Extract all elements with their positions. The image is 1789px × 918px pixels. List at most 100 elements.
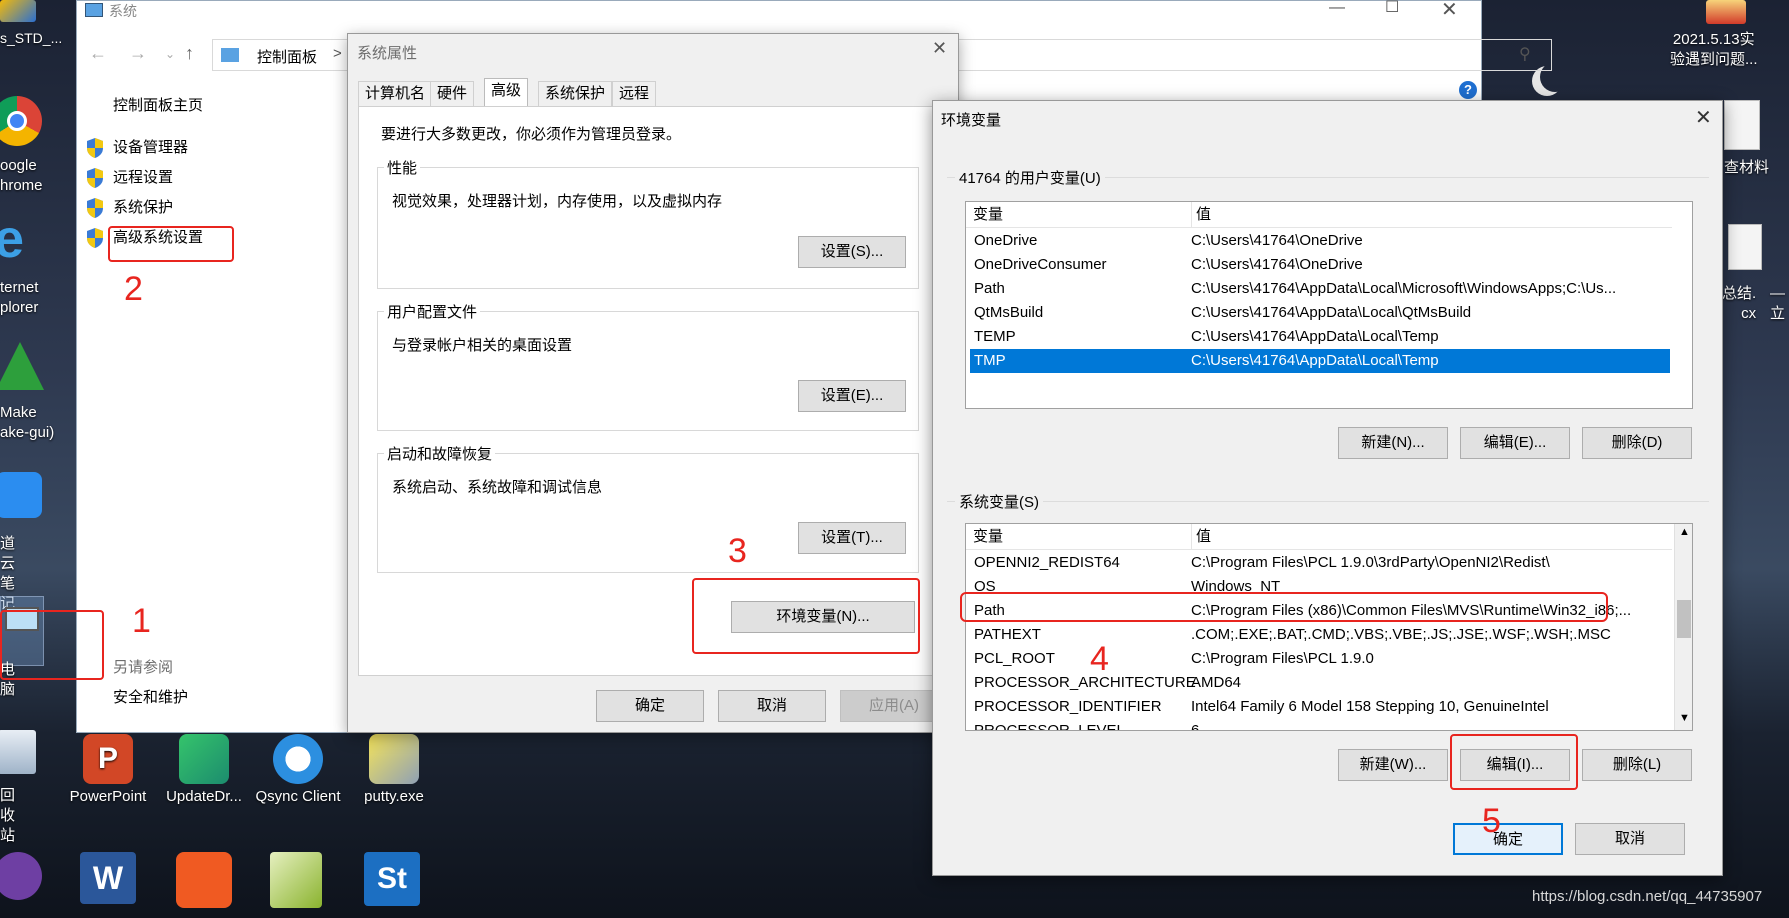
table-row[interactable]: QtMsBuild C:\Users\41764\AppData\Local\Qt…: [970, 301, 1670, 325]
control-panel-home-link[interactable]: 控制面板主页: [113, 95, 203, 117]
variable-name-cell: OPENNI2_REDIST64: [974, 554, 1120, 571]
scroll-up-icon[interactable]: ▲: [1679, 526, 1690, 538]
env-cancel-button[interactable]: 取消: [1575, 823, 1685, 855]
app-shortcut-icon[interactable]: [0, 0, 36, 22]
scroll-down-icon[interactable]: ▼: [1679, 712, 1690, 724]
table-row[interactable]: TEMP C:\Users\41764\AppData\Local\Temp: [970, 325, 1670, 349]
table-row[interactable]: PCL_ROOT C:\Program Files\PCL 1.9.0: [970, 647, 1670, 671]
tab-system-protection[interactable]: 系统保护: [538, 81, 613, 107]
env-ok-button[interactable]: 确定: [1453, 823, 1563, 855]
desktop-label-cmake[interactable]: Make ake-gui): [0, 403, 54, 443]
user-vars-section: 41764 的用户变量(U): [947, 167, 1709, 188]
vertical-scrollbar[interactable]: ▲ ▼: [1674, 524, 1692, 730]
media-player-icon[interactable]: [176, 852, 232, 908]
close-button[interactable]: ✕: [932, 38, 947, 59]
table-row[interactable]: PROCESSOR_LEVEL 6: [970, 719, 1670, 731]
environment-variables-title: 环境变量: [941, 112, 1002, 129]
security-maintenance-link[interactable]: 安全和维护: [113, 687, 188, 709]
performance-settings-button[interactable]: 设置(S)...: [798, 236, 906, 268]
desktop-icon-putty[interactable]: putty.exe: [348, 734, 440, 806]
document-icon[interactable]: [1706, 0, 1746, 24]
word-icon[interactable]: W: [80, 852, 136, 904]
annotation-box-2: [108, 226, 234, 262]
table-row[interactable]: TMP C:\Users\41764\AppData\Local\Temp: [970, 349, 1670, 373]
desktop-label-edge[interactable]: — 立: [1770, 284, 1785, 324]
annotation-box-4: [960, 592, 1608, 622]
minimize-button[interactable]: —: [1329, 0, 1345, 17]
desktop-icon-qsync[interactable]: Qsync Client: [252, 734, 344, 806]
system-delete-button[interactable]: 删除(L): [1582, 749, 1692, 781]
shield-icon: [85, 137, 105, 159]
table-row[interactable]: PROCESSOR_ARCHITECTURE AMD64: [970, 671, 1670, 695]
forward-arrow-icon[interactable]: →: [129, 43, 147, 64]
ok-button[interactable]: 确定: [596, 690, 704, 722]
chrome-icon[interactable]: [0, 96, 42, 146]
device-manager-link[interactable]: 设备管理器: [113, 137, 188, 159]
cmake-icon[interactable]: [0, 342, 44, 390]
tab-computer-name[interactable]: 计算机名: [358, 81, 433, 107]
help-icon[interactable]: ?: [1459, 81, 1477, 99]
update-driver-icon: [179, 734, 229, 784]
system-protection-link[interactable]: 系统保护: [113, 197, 173, 219]
user-delete-button[interactable]: 删除(D): [1582, 427, 1692, 459]
desktop-icon-label: UpdateDr...: [166, 788, 242, 805]
search-icon[interactable]: ⚲: [1519, 44, 1531, 64]
col-value[interactable]: 值: [1191, 524, 1211, 550]
internet-explorer-icon[interactable]: e: [0, 212, 40, 266]
maximize-button[interactable]: ☐: [1385, 0, 1399, 17]
remote-settings-link[interactable]: 远程设置: [113, 167, 173, 189]
desktop-label-recycle[interactable]: 回收站: [0, 786, 15, 846]
desktop-label-summary[interactable]: 总结. cx: [1722, 284, 1756, 324]
user-vars-header: 变量 值: [966, 202, 1672, 228]
performance-label: 性能: [384, 157, 421, 178]
close-button[interactable]: ✕: [1695, 105, 1712, 130]
startup-recovery-settings-button[interactable]: 设置(T)...: [798, 522, 906, 554]
desktop-label-2021[interactable]: 2021.5.13实 验遇到问题...: [1670, 30, 1758, 70]
tab-advanced[interactable]: 高级: [484, 78, 529, 108]
variable-value-cell: .COM;.EXE;.BAT;.CMD;.VBS;.VBE;.JS;.JSE;.…: [1191, 626, 1611, 643]
table-row[interactable]: OPENNI2_REDIST64 C:\Program Files\PCL 1.9…: [970, 551, 1670, 575]
table-row[interactable]: Path C:\Users\41764\AppData\Local\Microso…: [970, 277, 1670, 301]
breadcrumb-control-panel[interactable]: 控制面板: [257, 46, 317, 67]
table-row[interactable]: PATHEXT .COM;.EXE;.BAT;.CMD;.VBS;.VBE;.JS…: [970, 623, 1670, 647]
desktop-label-material[interactable]: 查材料: [1724, 158, 1769, 178]
user-vars-list[interactable]: 变量 值 OneDrive C:\Users\41764\OneDrive OneD…: [965, 201, 1693, 409]
col-variable[interactable]: 变量: [973, 202, 1003, 228]
cancel-button[interactable]: 取消: [718, 690, 826, 722]
stm32-icon[interactable]: St: [364, 852, 420, 906]
user-edit-button[interactable]: 编辑(E)...: [1460, 427, 1570, 459]
variable-name-cell: PROCESSOR_LEVEL: [974, 722, 1125, 731]
system-new-button[interactable]: 新建(W)...: [1338, 749, 1448, 781]
desktop-icon-updatedriver[interactable]: UpdateDr...: [158, 734, 250, 806]
tab-hardware[interactable]: 硬件: [430, 81, 475, 107]
close-button[interactable]: ✕: [1441, 0, 1458, 22]
github-icon[interactable]: [0, 852, 42, 900]
col-value[interactable]: 值: [1191, 202, 1211, 228]
user-profiles-desc: 与登录帐户相关的桌面设置: [392, 337, 573, 354]
table-row[interactable]: PROCESSOR_IDENTIFIER Intel64 Family 6 Mod…: [970, 695, 1670, 719]
notepad-icon[interactable]: [270, 852, 322, 908]
docx-icon[interactable]: [1728, 224, 1762, 270]
desktop-icon-powerpoint[interactable]: P PowerPoint: [62, 734, 154, 806]
tab-remote[interactable]: 远程: [612, 81, 657, 107]
variable-name-cell: OneDriveConsumer: [974, 256, 1107, 273]
col-variable[interactable]: 变量: [973, 524, 1003, 550]
folder-doc-icon[interactable]: [1724, 100, 1760, 150]
back-arrow-icon[interactable]: ←: [89, 43, 107, 64]
variable-name-cell: PCL_ROOT: [974, 650, 1055, 667]
scrollbar-thumb[interactable]: [1677, 600, 1691, 638]
desktop-label-ie[interactable]: ternet plorer: [0, 278, 38, 318]
variable-name-cell: TEMP: [974, 328, 1016, 345]
recycle-bin-icon[interactable]: [0, 730, 36, 774]
system-vars-label: 系统变量(S): [955, 491, 1043, 512]
system-vars-list[interactable]: 变量 值 OPENNI2_REDIST64 C:\Program Files\PC…: [965, 523, 1693, 731]
up-arrow-icon[interactable]: ↑: [185, 43, 194, 64]
annotation-number-4: 4: [1090, 640, 1109, 678]
youdao-note-icon[interactable]: [0, 472, 42, 518]
table-row[interactable]: OneDriveConsumer C:\Users\41764\OneDrive: [970, 253, 1670, 277]
user-profiles-settings-button[interactable]: 设置(E)...: [798, 380, 906, 412]
desktop-label-chrome[interactable]: oogle hrome: [0, 156, 43, 196]
table-row[interactable]: OneDrive C:\Users\41764\OneDrive: [970, 229, 1670, 253]
user-new-button[interactable]: 新建(N)...: [1338, 427, 1448, 459]
recent-chevron-icon[interactable]: ⌄: [165, 47, 175, 61]
